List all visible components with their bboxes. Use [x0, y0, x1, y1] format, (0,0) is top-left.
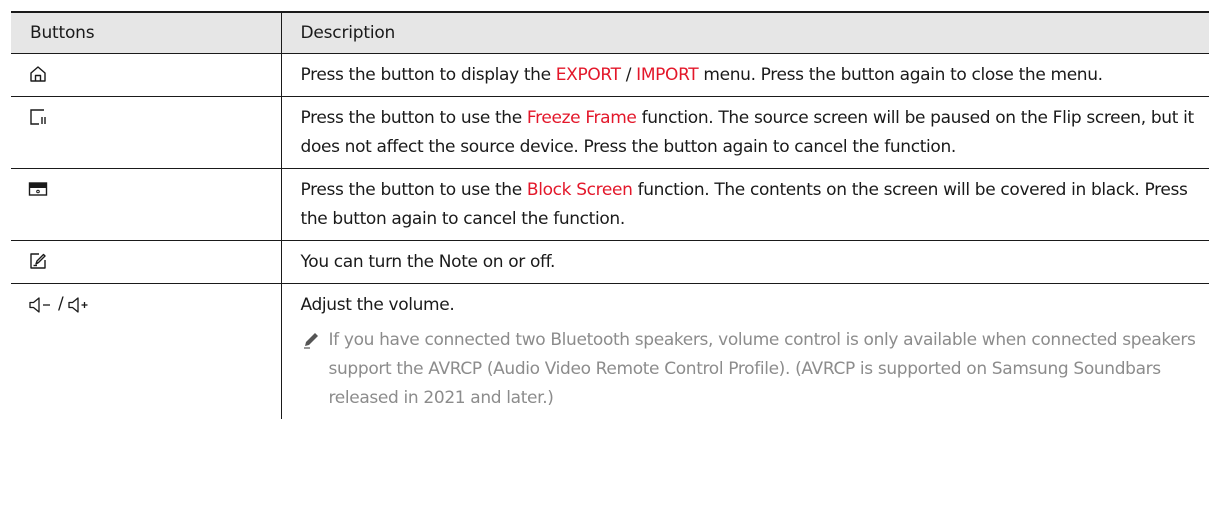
block-screen-icon	[28, 179, 48, 199]
description-cell: Press the button to use the Block Screen…	[280, 168, 1209, 241]
description-text: Adjust the volume.	[300, 295, 455, 315]
description-text: Press the button to use the	[300, 180, 527, 200]
note-icon	[28, 251, 48, 271]
volume-down-icon	[28, 295, 54, 315]
description-cell: Adjust the volume. If you have connected…	[280, 283, 1209, 419]
pencil-icon	[301, 326, 329, 413]
home-icon	[28, 64, 48, 84]
table-row: / Adjust the volume. If you have connect…	[11, 283, 1209, 420]
button-cell	[11, 168, 281, 241]
description-cell: Press the button to display the EXPORT /…	[280, 53, 1209, 97]
button-cell	[11, 96, 281, 169]
import-menu-label: IMPORT	[636, 65, 699, 85]
description-text: You can turn the Note on or off.	[300, 252, 556, 272]
buttons-table: Buttons Description Press the button to …	[11, 11, 1209, 419]
volume-separator: /	[58, 294, 64, 314]
table-row: Press the button to use the Block Screen…	[11, 168, 1209, 241]
button-cell: /	[11, 284, 281, 420]
description-column-header: Description	[280, 11, 1209, 54]
table-row: You can turn the Note on or off.	[11, 240, 1209, 284]
block-screen-label: Block Screen	[526, 180, 633, 200]
description-text: Press the button to display the	[300, 65, 556, 85]
note-block: If you have connected two Bluetooth spea…	[301, 326, 1202, 413]
table-row: Press the button to use the Freeze Frame…	[11, 96, 1209, 169]
description-text: menu. Press the button again to close th…	[698, 65, 1103, 85]
description-cell: You can turn the Note on or off.	[280, 240, 1209, 284]
separator-text: /	[620, 65, 637, 85]
buttons-column-header: Buttons	[11, 11, 281, 54]
table-row: Press the button to display the EXPORT /…	[11, 53, 1209, 97]
export-menu-label: EXPORT	[555, 65, 621, 85]
button-cell	[11, 240, 281, 284]
volume-up-icon	[67, 295, 93, 315]
button-cell	[11, 53, 281, 97]
note-text: If you have connected two Bluetooth spea…	[328, 330, 1196, 408]
table-header-row: Buttons Description	[11, 11, 1209, 54]
freeze-frame-icon	[28, 107, 48, 127]
volume-buttons: /	[28, 290, 93, 319]
freeze-frame-label: Freeze Frame	[526, 108, 637, 128]
description-text: Press the button to use the	[300, 108, 527, 128]
description-cell: Press the button to use the Freeze Frame…	[280, 96, 1209, 169]
